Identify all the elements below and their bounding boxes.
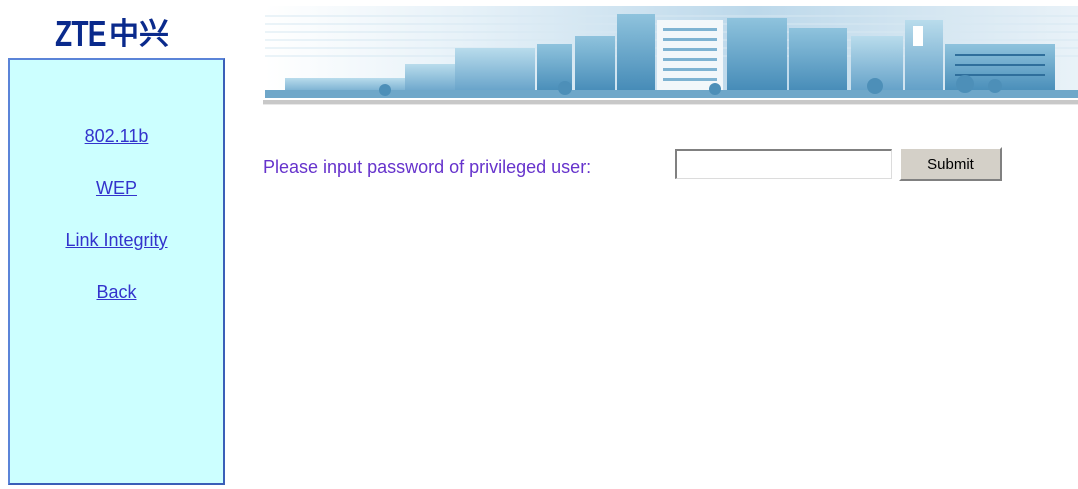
submit-button[interactable]: Submit (899, 147, 1002, 181)
nav-link-80211b[interactable]: 802.11b (10, 125, 223, 147)
logo-cjk-text: 中兴 (109, 17, 169, 52)
privileged-password-input[interactable] (675, 149, 892, 179)
header-divider (263, 100, 1078, 105)
nav-link-wep[interactable]: WEP (10, 177, 223, 199)
nav-link-link-integrity[interactable]: Link Integrity (10, 229, 223, 251)
page: ZTE 中兴 802.11b WEP Link Integrity Back P… (0, 0, 1078, 489)
logo-latin-text: ZTE (55, 13, 106, 54)
password-prompt-label: Please input password of privileged user… (263, 157, 592, 177)
zte-logo: ZTE 中兴 (55, 8, 169, 52)
office-buildings-banner-image (265, 6, 1078, 98)
header-banner (265, 6, 1078, 98)
nav-link-back[interactable]: Back (10, 281, 223, 303)
sidebar-nav: 802.11b WEP Link Integrity Back (8, 58, 225, 485)
